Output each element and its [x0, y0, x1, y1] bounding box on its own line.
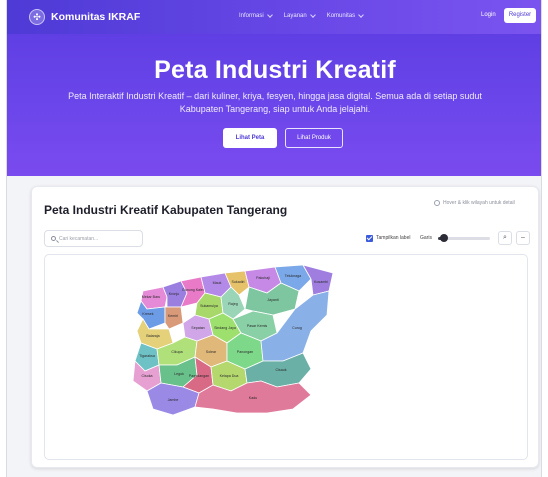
line-slider-thumb[interactable]	[440, 234, 449, 242]
region-label: Cikupa	[171, 350, 182, 354]
region-label: Teluknaga	[285, 274, 301, 278]
info-icon	[434, 200, 440, 206]
hero-subtitle-line1: Peta Interaktif Industri Kreatif – dari …	[68, 91, 482, 101]
district-map[interactable]: Mekar Baru Kronjo Kresek Gunung Kaler Mauk Su…	[45, 255, 528, 460]
menu-informasi[interactable]: Informasi	[239, 12, 273, 19]
map-card-title: Peta Industri Kreatif Kabupaten Tangeran…	[44, 203, 288, 217]
login-link[interactable]: Login	[481, 12, 496, 18]
region-label: Pakuhaji	[256, 276, 270, 280]
region-label: Gunung Kaler	[182, 288, 205, 292]
show-labels-label: Tampilkan label	[376, 235, 411, 241]
hero-section: Peta Industri Kreatif Peta Interaktif In…	[7, 34, 541, 176]
region-label: Cisauk	[276, 368, 287, 372]
view-map-button[interactable]: Lihat Peta	[223, 128, 277, 148]
brand-name[interactable]: Komunitas IKRAF	[51, 11, 140, 23]
main-menu: Informasi Layanan Komunitas	[239, 12, 364, 19]
hero-title: Peta Industri Kreatif	[154, 56, 396, 84]
browser-frame: ✣ Komunitas IKRAF Informasi Layanan Komu…	[6, 0, 542, 477]
region-label: Balaraja	[146, 334, 159, 338]
region-kadu[interactable]: Kadu	[194, 380, 312, 414]
menu-layanan[interactable]: Layanan	[283, 12, 316, 19]
region-kemiri[interactable]: Kemiri	[164, 306, 184, 330]
register-button[interactable]: Register	[504, 8, 536, 23]
menu-informasi-label: Informasi	[239, 13, 264, 19]
region-label: Mekar Baru	[142, 295, 161, 299]
region-label: Jambe	[168, 398, 179, 402]
region-label: Rajeg	[228, 302, 237, 306]
view-products-button[interactable]: Lihat Produk	[285, 128, 343, 148]
show-labels-checkbox[interactable]	[366, 235, 373, 242]
chevron-down-icon	[309, 12, 316, 18]
top-navbar: ✣ Komunitas IKRAF Informasi Layanan Komu…	[7, 0, 541, 34]
region-label: Kadu	[249, 396, 257, 400]
map-hint: Hover & klik wilayah untuk detail	[434, 200, 515, 206]
region-label: Mauk	[213, 281, 222, 285]
map-hint-text: Hover & klik wilayah untuk detail	[443, 200, 515, 206]
line-label: Garis	[420, 235, 432, 241]
chevron-down-icon	[266, 12, 273, 18]
region-label: Sukadiri	[232, 280, 245, 284]
region-label: Kronjo	[169, 292, 179, 296]
region-label: Panongan	[237, 350, 253, 354]
region-label: Tigaraksa	[139, 354, 155, 358]
search-icon	[51, 236, 56, 241]
hero-subtitle: Peta Interaktif Industri Kreatif – dari …	[37, 90, 513, 116]
search-input[interactable]	[59, 233, 139, 245]
region-label: Solear	[206, 350, 217, 354]
line-slider[interactable]	[438, 234, 490, 242]
map-container[interactable]: Mekar Baru Kronjo Kresek Gunung Kaler Mauk Su…	[44, 254, 528, 460]
menu-komunitas-label: Komunitas	[326, 13, 356, 19]
region-shape[interactable]	[164, 306, 184, 330]
region-label: Kosambi	[314, 280, 328, 284]
region-label: Kelapa Dua	[220, 374, 239, 378]
region-label: Kemiri	[168, 314, 178, 318]
region-label: Curug	[292, 326, 302, 330]
region-label: Pasar Kemis	[247, 324, 268, 328]
district-search[interactable]	[44, 230, 143, 247]
chevron-down-icon	[358, 12, 364, 18]
zoom-out-button[interactable]: –	[516, 231, 530, 245]
region-label: Sindang Jaya	[214, 326, 236, 330]
map-card: Peta Industri Kreatif Kabupaten Tangeran…	[31, 186, 539, 468]
region-label: Sukamulya	[200, 304, 218, 308]
region-label: Sepatan	[191, 326, 204, 330]
menu-komunitas[interactable]: Komunitas	[326, 12, 364, 19]
hero-subtitle-line2: Kabupaten Tangerang, siap untuk Anda jel…	[179, 104, 371, 114]
zoom-search-button[interactable]: ⌕	[498, 231, 512, 245]
logo-icon[interactable]: ✣	[29, 9, 45, 25]
region-label: Legok	[174, 372, 184, 376]
region-label: Cisoka	[142, 374, 153, 378]
region-label: Pagedangan	[189, 374, 209, 378]
region-label: Kresek	[142, 312, 153, 316]
menu-layanan-label: Layanan	[283, 13, 307, 19]
region-label: Jayanti	[267, 298, 279, 302]
